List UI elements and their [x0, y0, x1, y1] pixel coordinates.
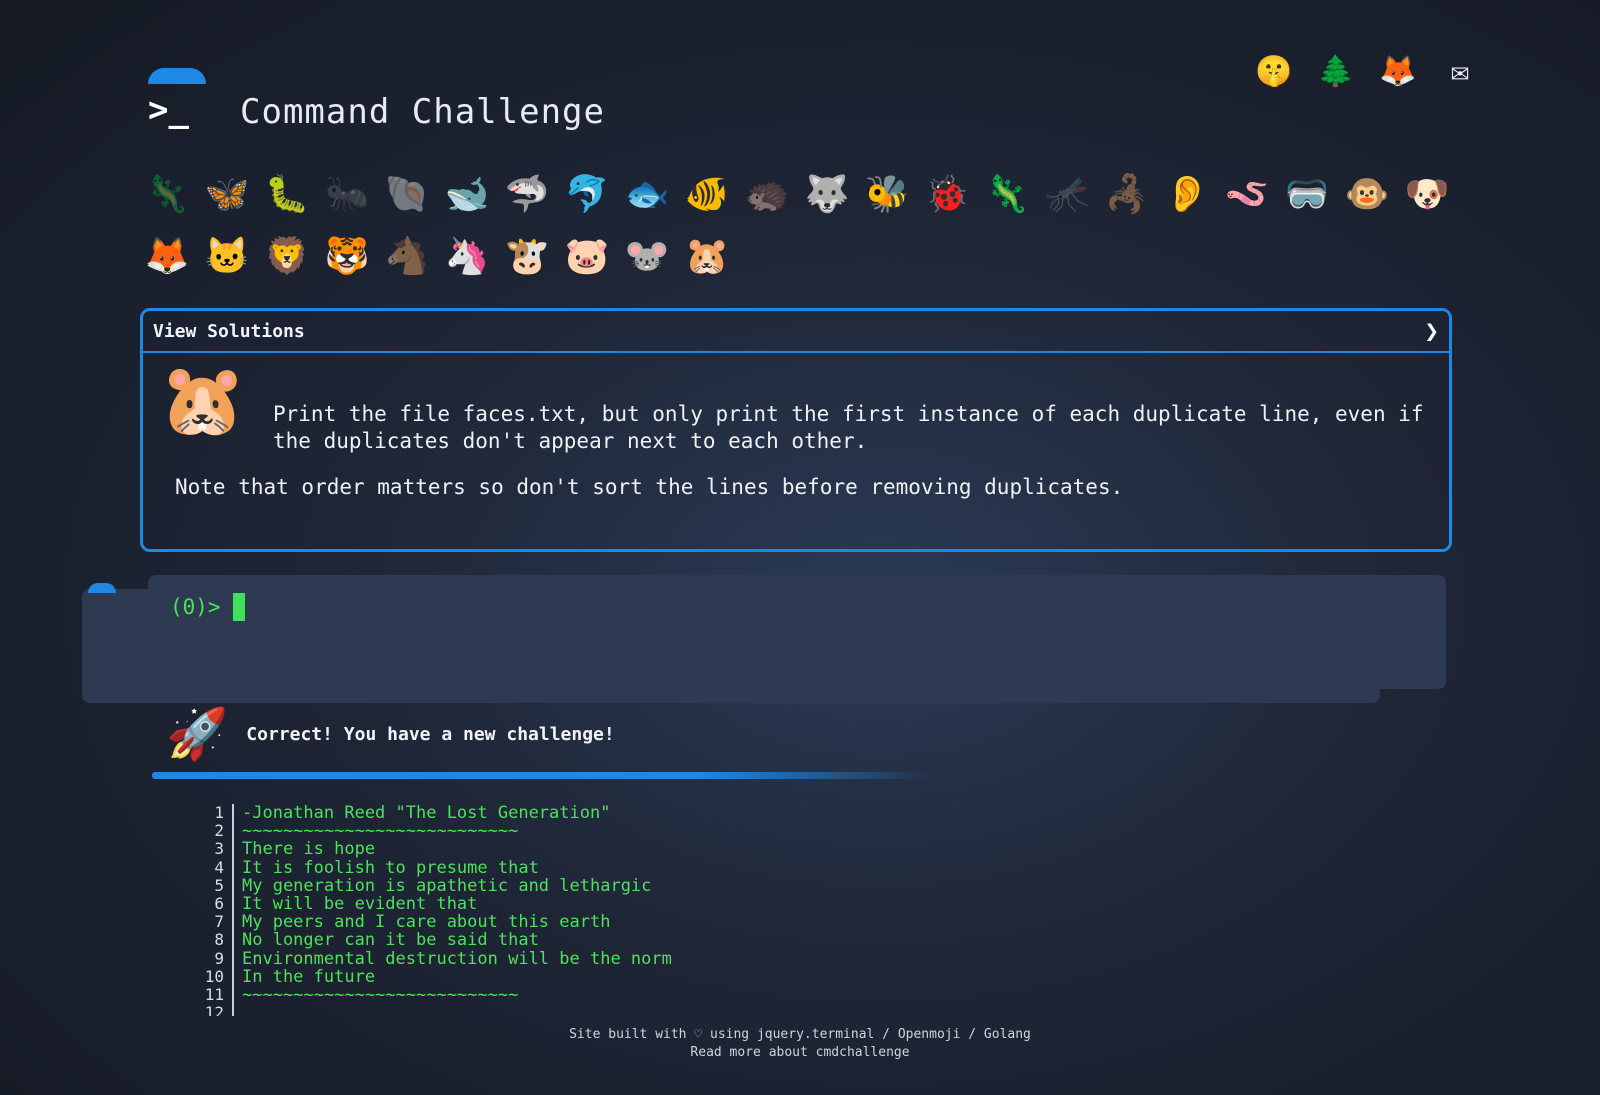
- gitlab-icon[interactable]: 🦊: [1378, 51, 1418, 91]
- solutions-panel: View Solutions ❯ 🐹 Print the file faces.…: [140, 308, 1452, 552]
- output-line: My peers and I care about this earth: [242, 912, 611, 933]
- wolf-icon[interactable]: 🐺: [804, 168, 850, 222]
- line-number: 8: [214, 930, 224, 950]
- lizard-icon[interactable]: 🦎: [144, 168, 190, 222]
- shell-icon[interactable]: 🐚: [384, 168, 430, 222]
- view-solutions-header[interactable]: View Solutions ❯: [143, 311, 1449, 353]
- challenge-note: Note that order matters so don't sort th…: [175, 475, 1124, 499]
- shushing-face-icon[interactable]: 🤫: [1254, 51, 1294, 91]
- line-number: 10: [204, 966, 224, 986]
- mail-icon[interactable]: ✉: [1440, 51, 1480, 91]
- cat-icon[interactable]: 🐱: [204, 230, 250, 284]
- dog-icon[interactable]: 🐶: [1404, 168, 1450, 222]
- terminal-logo-icon[interactable]: >_: [148, 68, 206, 138]
- tiger-icon[interactable]: 🐯: [324, 230, 370, 284]
- footer-credits[interactable]: Site built with ♡ using jquery.terminal …: [0, 1026, 1600, 1044]
- page-header: >_ Command Challenge: [148, 68, 605, 138]
- progress-bar: [152, 772, 932, 779]
- line-number: 6: [214, 894, 224, 914]
- challenge-text: Print the file faces.txt, but only print…: [273, 401, 1429, 455]
- mouse-icon[interactable]: 🐭: [624, 230, 670, 284]
- output-line: -Jonathan Reed "The Lost Generation": [242, 804, 611, 823]
- line-number: 11: [204, 985, 224, 1005]
- line-number: 9: [214, 948, 224, 968]
- challenge-animal-list: 🦎 🦋 🐛 🐜 🐚 🐋 🦈 🐬 🐟 🐠 🦔 🐺 🐝 🐞 🦎 🦟 🦂 👂 🪱 🥽 🐵 🐶 🦊 🐱 🦁 🐯 🐴 🦄 🐮 🐷 🐭 🐹: [144, 168, 1454, 284]
- hamster-icon: 🐹: [159, 359, 247, 441]
- terminal-prompt-line[interactable]: (0)>: [170, 593, 245, 621]
- output-line: There is hope: [242, 839, 376, 860]
- goggles-icon[interactable]: 🥽: [1284, 168, 1330, 222]
- ant-icon[interactable]: 🐜: [324, 168, 370, 222]
- monkey-icon[interactable]: 🐵: [1344, 168, 1390, 222]
- fish-icon[interactable]: 🐟: [624, 168, 670, 222]
- chevron-right-icon[interactable]: ❯: [1425, 317, 1439, 345]
- output-line: ~~~~~~~~~~~~~~~~~~~~~~~~~~~: [242, 985, 519, 1006]
- status-text: Correct! You have a new challenge!: [246, 723, 615, 745]
- ears-icon[interactable]: 👂: [1164, 168, 1210, 222]
- page-title: Command Challenge: [240, 92, 605, 132]
- command-output: 1 2 3 4 5 6 7 8 9 10 11 12 -Jonathan Reed "The Lost…: [196, 804, 672, 1016]
- dolphin-icon[interactable]: 🐬: [564, 168, 610, 222]
- terminal-cursor: [232, 593, 245, 621]
- output-line: It is foolish to presume that: [242, 857, 539, 878]
- shark-icon[interactable]: 🦈: [504, 168, 550, 222]
- fox-icon[interactable]: 🦊: [144, 230, 190, 284]
- pig-icon[interactable]: 🐷: [564, 230, 610, 284]
- output-line: It will be evident that: [242, 894, 478, 915]
- bee-icon[interactable]: 🐝: [864, 168, 910, 222]
- cow-icon[interactable]: 🐮: [504, 230, 550, 284]
- challenge-text-line1: Print the file faces.txt, but only print…: [273, 402, 1424, 426]
- line-number: 5: [214, 875, 224, 895]
- lizard-green-icon[interactable]: 🦎: [984, 168, 1030, 222]
- terminal-prompt: (0)>: [170, 595, 221, 619]
- output-line: My generation is apathetic and lethargic: [242, 875, 652, 896]
- output-line: ~~~~~~~~~~~~~~~~~~~~~~~~~~~: [242, 821, 519, 842]
- horse-icon[interactable]: 🐴: [384, 230, 430, 284]
- line-number: 12: [204, 1003, 224, 1016]
- challenge-text-line2: the duplicates don't appear next to each…: [273, 429, 868, 453]
- worm-icon[interactable]: 🪱: [1224, 168, 1270, 222]
- logo-prompt: >_: [148, 90, 189, 130]
- footer: Site built with ♡ using jquery.terminal …: [0, 1026, 1600, 1062]
- line-number: 2: [214, 821, 224, 841]
- line-number: 4: [214, 857, 224, 877]
- line-number: 1: [214, 804, 224, 822]
- hedgehog-icon[interactable]: 🦔: [744, 168, 790, 222]
- output-line: In the future: [242, 966, 376, 987]
- rocket-icon: 🚀: [166, 705, 229, 763]
- output-lines: -Jonathan Reed "The Lost Generation" ~~~~…: [234, 804, 672, 1016]
- mosquito-icon[interactable]: 🦟: [1044, 168, 1090, 222]
- output-line: Environmental destruction will be the no…: [242, 948, 672, 969]
- unicorn-icon[interactable]: 🦄: [444, 230, 490, 284]
- line-number-gutter: 1 2 3 4 5 6 7 8 9 10 11 12: [196, 804, 234, 1016]
- line-number: 3: [214, 839, 224, 859]
- terminal-input-area[interactable]: (0)>: [148, 575, 1446, 689]
- output-line: No longer can it be said that: [242, 930, 539, 951]
- view-solutions-label: View Solutions: [153, 320, 305, 342]
- caterpillar-icon[interactable]: 🐛: [264, 168, 310, 222]
- scorpion-icon[interactable]: 🦂: [1104, 168, 1150, 222]
- ladybug-icon[interactable]: 🐞: [924, 168, 970, 222]
- logo-dome: [148, 68, 206, 84]
- butterfly-icon[interactable]: 🦋: [204, 168, 250, 222]
- tree-icon[interactable]: 🌲: [1316, 51, 1356, 91]
- lion-icon[interactable]: 🦁: [264, 230, 310, 284]
- footer-read-more-link[interactable]: Read more about cmdchallenge: [0, 1044, 1600, 1062]
- tropical-fish-icon[interactable]: 🐠: [684, 168, 730, 222]
- hamster-icon[interactable]: 🐹: [684, 230, 730, 284]
- whale-icon[interactable]: 🐋: [444, 168, 490, 222]
- challenge-description: 🐹 Print the file faces.txt, but only pri…: [143, 353, 1449, 513]
- line-number: 7: [214, 912, 224, 932]
- status-message: 🚀 Correct! You have a new challenge!: [166, 706, 615, 762]
